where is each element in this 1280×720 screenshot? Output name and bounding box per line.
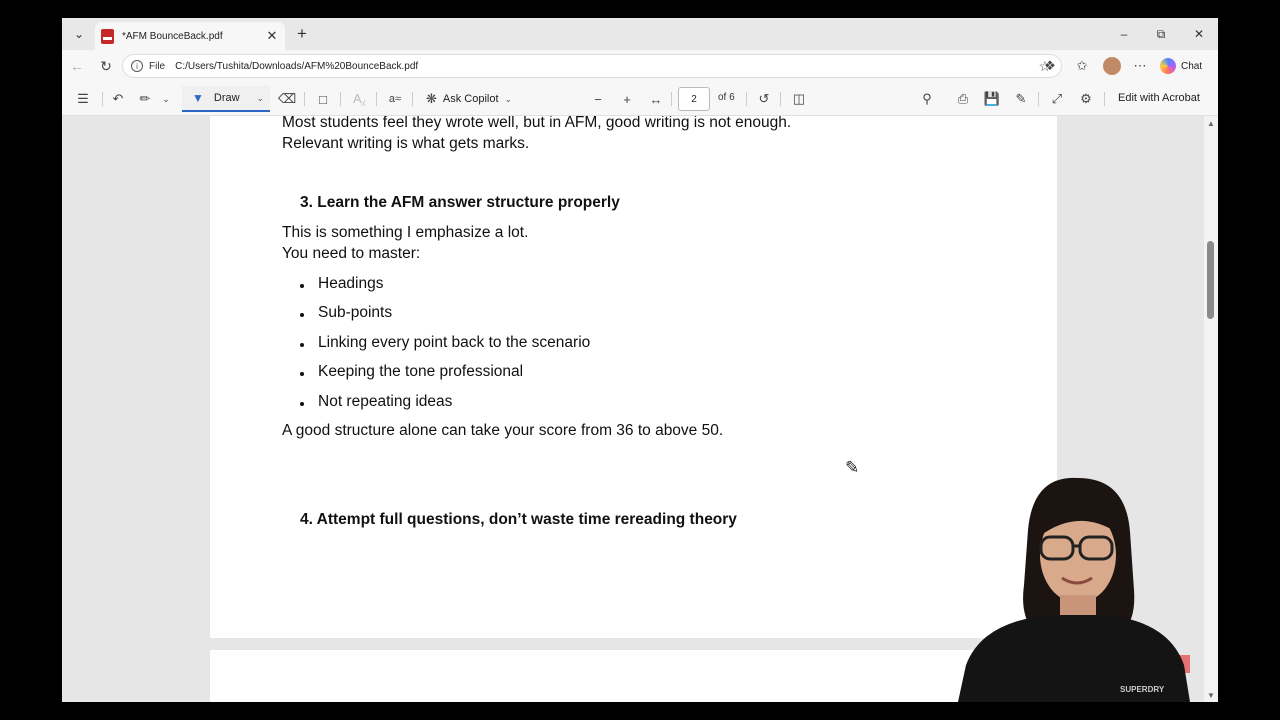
- bullet-dot: [300, 313, 304, 317]
- contents-list-icon[interactable]: ☰: [74, 90, 92, 108]
- new-tab-button[interactable]: +: [292, 24, 312, 44]
- separator: [304, 92, 305, 106]
- section-3-heading: 3. Learn the AFM answer structure proper…: [300, 194, 620, 211]
- save-as-icon[interactable]: ✎: [1012, 90, 1030, 108]
- copilot-icon: [1160, 58, 1176, 74]
- restore-icon[interactable]: ⧉: [1151, 25, 1171, 43]
- draw-pen-icon: ▼: [192, 91, 204, 105]
- refresh-icon[interactable]: ↻: [95, 56, 117, 76]
- list-item: Sub-points: [318, 304, 393, 321]
- section-3-line-1: This is something I emphasize a lot.: [282, 224, 529, 241]
- pdf-page: Most students feel they wrote well, but …: [210, 116, 1057, 638]
- save-icon[interactable]: 💾: [983, 90, 1001, 108]
- pdf-next-page: [210, 650, 1057, 702]
- page-total-label: of 6: [718, 92, 735, 103]
- close-tab-icon[interactable]: ✕: [263, 28, 281, 44]
- eraser-icon[interactable]: ⌫: [278, 90, 296, 108]
- list-item: Linking every point back to the scenario: [318, 334, 591, 351]
- tab-strip: ⌄ *AFM BounceBack.pdf ✕ + – ⧉ ✕: [62, 18, 1218, 50]
- print-icon[interactable]: ⎙: [954, 90, 972, 108]
- svg-text:SUPERDRY: SUPERDRY: [1120, 685, 1165, 694]
- ask-copilot-button[interactable]: ❋ Ask Copilot ⌄: [426, 90, 518, 108]
- more-options-icon[interactable]: ⋯: [1130, 57, 1150, 75]
- close-window-icon[interactable]: ✕: [1189, 25, 1209, 43]
- info-icon[interactable]: i: [131, 60, 143, 72]
- favorites-icon[interactable]: ✩: [1072, 57, 1092, 75]
- presenter-image: SUPERDRY: [958, 477, 1190, 702]
- bullet-dot: [300, 284, 304, 288]
- highlight-options-chevron-icon[interactable]: ⌄: [157, 90, 175, 108]
- copilot-outline-icon: ❋: [426, 91, 437, 106]
- copilot-chat-button[interactable]: Chat: [1160, 56, 1202, 76]
- separator: [1038, 92, 1039, 106]
- settings-gear-icon[interactable]: ⚙: [1077, 90, 1095, 108]
- undo-icon[interactable]: ↶: [109, 90, 127, 108]
- section-3-closing: A good structure alone can take your sco…: [282, 422, 724, 439]
- draw-options-chevron-icon[interactable]: ⌄: [256, 93, 264, 104]
- vertical-scrollbar[interactable]: ▲ ▼: [1204, 116, 1218, 702]
- scheme-label: File: [149, 60, 166, 72]
- pdf-icon: [101, 28, 114, 44]
- ask-copilot-label: Ask Copilot: [442, 93, 499, 105]
- section-4-heading: 4. Attempt full questions, don’t waste t…: [300, 511, 737, 528]
- separator: [412, 92, 413, 106]
- address-bar[interactable]: i File C:/Users/Tushita/Downloads/AFM%20…: [122, 54, 1062, 78]
- bullet-dot: [300, 372, 304, 376]
- list-item: Not repeating ideas: [318, 393, 453, 410]
- search-icon[interactable]: ⚲: [918, 90, 936, 108]
- minimize-icon[interactable]: –: [1114, 25, 1134, 43]
- tab-actions-chevron-icon[interactable]: ⌄: [68, 24, 90, 44]
- pdf-toolbar: ☰ ↶ ✏ ⌄ ▼ Draw ⌄ ⌫ □ A⁁ a≈ ❋ Ask Copilot…: [62, 82, 1218, 116]
- rotate-icon[interactable]: ↺: [755, 90, 773, 108]
- read-aloud-icon[interactable]: A⁁: [350, 90, 368, 108]
- bullet-dot: [300, 402, 304, 406]
- page-view-icon[interactable]: ◫: [790, 90, 808, 108]
- avatar[interactable]: [1103, 57, 1121, 75]
- chat-label: Chat: [1181, 60, 1203, 72]
- zoom-out-icon[interactable]: −: [589, 90, 607, 108]
- tab-title: *AFM BounceBack.pdf: [122, 30, 223, 42]
- draw-label: Draw: [213, 92, 240, 104]
- scrollbar-thumb[interactable]: [1207, 241, 1214, 319]
- pen-icon: ✎: [845, 458, 860, 477]
- url-text[interactable]: C:/Users/Tushita/Downloads/AFM%20BounceB…: [175, 61, 1038, 72]
- ask-copilot-chevron-icon[interactable]: ⌄: [505, 94, 513, 105]
- scroll-up-arrow-icon[interactable]: ▲: [1206, 118, 1216, 128]
- separator: [340, 92, 341, 106]
- tab-afm-bounceback[interactable]: *AFM BounceBack.pdf ✕: [95, 22, 285, 50]
- add-text-icon[interactable]: □: [314, 90, 332, 108]
- page-number-input[interactable]: 2: [678, 87, 710, 111]
- edit-with-acrobat-button[interactable]: Edit with Acrobat: [1118, 92, 1200, 104]
- highlight-icon[interactable]: ✏: [136, 90, 154, 108]
- fit-width-icon[interactable]: ↔: [647, 90, 665, 108]
- back-icon[interactable]: ←: [66, 56, 88, 76]
- intro-line-2: Relevant writing is what gets marks.: [282, 135, 530, 152]
- extensions-icon[interactable]: ❖: [1040, 57, 1060, 75]
- separator: [1104, 92, 1105, 106]
- presenter-webcam: SUPERDRY: [958, 470, 1190, 702]
- separator: [102, 92, 103, 106]
- separator: [376, 92, 377, 106]
- scroll-down-arrow-icon[interactable]: ▼: [1206, 690, 1216, 700]
- separator: [671, 92, 672, 106]
- bullet-dot: [300, 343, 304, 347]
- address-row: ← ↻ i File C:/Users/Tushita/Downloads/AF…: [62, 50, 1218, 82]
- fullscreen-icon[interactable]: ⤢: [1048, 90, 1066, 108]
- draw-button[interactable]: ▼ Draw ⌄: [182, 86, 270, 112]
- zoom-in-icon[interactable]: +: [618, 90, 636, 108]
- separator: [746, 92, 747, 106]
- separator: [780, 92, 781, 106]
- list-item: Keeping the tone professional: [318, 363, 524, 380]
- section-3-line-2: You need to master:: [282, 245, 421, 262]
- intro-line-1: Most students feel they wrote well, but …: [282, 116, 792, 131]
- translate-icon[interactable]: a≈: [386, 90, 404, 108]
- list-item: Headings: [318, 275, 384, 292]
